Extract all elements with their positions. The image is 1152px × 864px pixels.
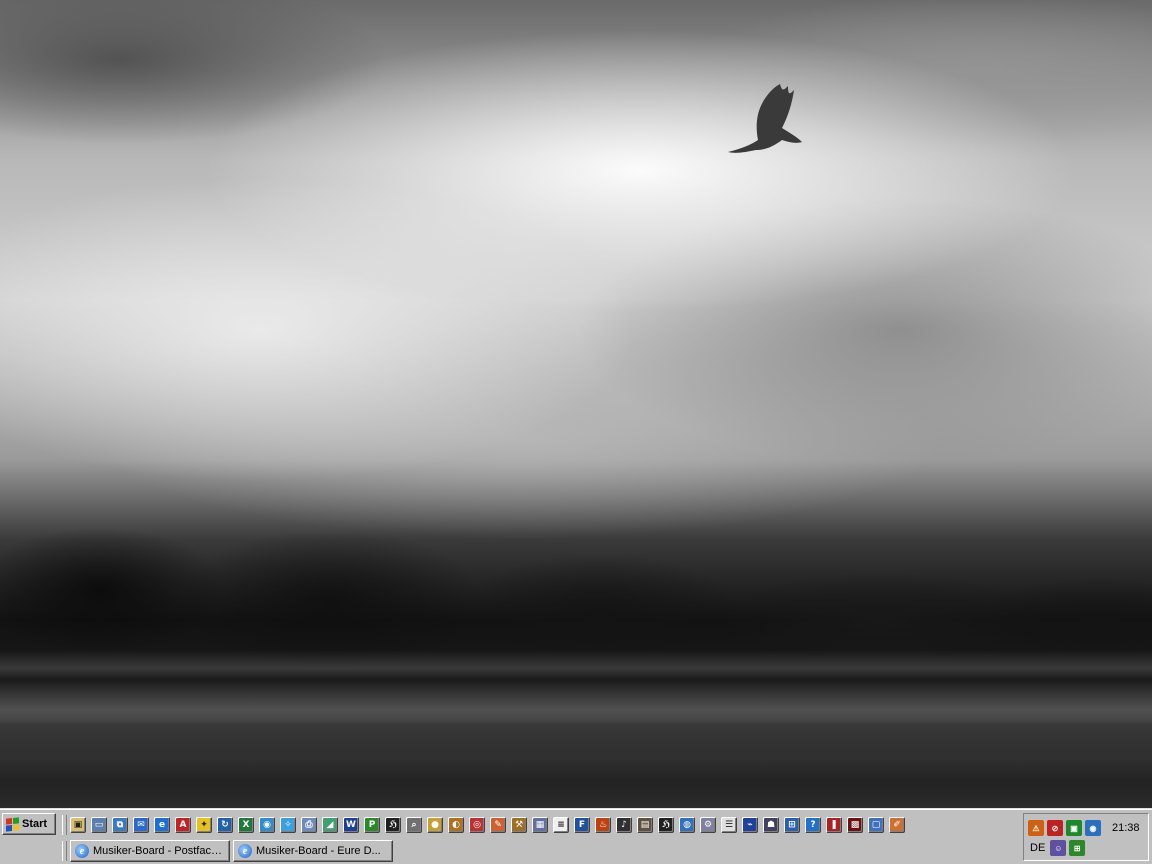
usb-device-icon[interactable]: ⌁ bbox=[742, 817, 758, 833]
task-button-label: Musiker-Board - Postfach... bbox=[93, 845, 225, 857]
fire-app-icon[interactable]: ♨ bbox=[595, 817, 611, 833]
grid-status-icon[interactable]: ⊞ bbox=[1069, 840, 1086, 856]
tray-icons-top: ⚠ ⊘ ▣ ◉ bbox=[1028, 820, 1101, 836]
messenger-icon[interactable]: ◍ bbox=[679, 817, 695, 833]
scanner-icon[interactable]: ◢ bbox=[322, 817, 338, 833]
excel-icon[interactable]: X bbox=[238, 817, 254, 833]
music-editor-icon[interactable]: ℌ bbox=[658, 817, 674, 833]
paint-brush-icon[interactable]: ✐ bbox=[889, 817, 905, 833]
task-button-eure[interactable]: e Musiker-Board - Eure D... bbox=[233, 840, 393, 862]
aim-icon[interactable]: ✦ bbox=[196, 817, 212, 833]
task-area-grip[interactable] bbox=[62, 841, 67, 861]
word-icon[interactable]: W bbox=[343, 817, 359, 833]
safari-compass-icon[interactable]: ✧ bbox=[280, 817, 296, 833]
acrobat-reader-icon[interactable]: A bbox=[175, 817, 191, 833]
internet-explorer-icon[interactable]: e bbox=[154, 817, 170, 833]
network-icon[interactable]: ⧉ bbox=[112, 817, 128, 833]
sequencer-icon[interactable]: ▤ bbox=[637, 817, 653, 833]
notepad-icon[interactable]: ≡ bbox=[553, 817, 569, 833]
help-app-icon[interactable]: ? bbox=[805, 817, 821, 833]
my-computer-icon[interactable]: ▭ bbox=[91, 817, 107, 833]
show-desktop-icon[interactable]: ▣ bbox=[70, 817, 86, 833]
network-monitor-icon[interactable]: ▣ bbox=[1066, 820, 1082, 836]
printer-icon[interactable]: ⎙ bbox=[301, 817, 317, 833]
window-app-icon[interactable]: ▢ bbox=[868, 817, 884, 833]
language-indicator[interactable]: DE bbox=[1028, 840, 1047, 856]
outlook-express-icon[interactable]: ✉ bbox=[133, 817, 149, 833]
internet-explorer-icon: e bbox=[75, 844, 89, 858]
red-app-icon[interactable]: ❚ bbox=[826, 817, 842, 833]
game-icon[interactable]: ☗ bbox=[763, 817, 779, 833]
taskbar: Start ▣ ▭ ⧉ ✉ e A ✦ ↻ X ◉ ✧ ⎙ ◢ W P ℌ ⌕ ● ◐ ◎ ✎ ⚒ ▦ ≡ F ♨ ♪ ▤ ℌ ◍ ⚙ ☰ ⌁ ☗… bbox=[0, 808, 1152, 864]
clock[interactable]: 21:38 bbox=[1112, 822, 1140, 834]
office-app-icon[interactable]: ⊞ bbox=[784, 817, 800, 833]
notes-icon[interactable]: ☰ bbox=[721, 817, 737, 833]
desktop-wallpaper[interactable] bbox=[0, 0, 1152, 808]
dark-red-app-icon[interactable]: ▩ bbox=[847, 817, 863, 833]
tray-icons-bottom-row: DE ☺ ⊞ bbox=[1028, 840, 1086, 856]
winamp-icon[interactable]: ◐ bbox=[448, 817, 464, 833]
settings-app-icon[interactable]: ⚙ bbox=[700, 817, 716, 833]
antivirus-icon[interactable]: ⚠ bbox=[1028, 820, 1044, 836]
quick-launch-grip[interactable] bbox=[62, 815, 67, 835]
image-viewer-icon[interactable]: ▦ bbox=[532, 817, 548, 833]
system-tray: ⚠ ⊘ ▣ ◉ DE ☺ ⊞ 21:38 bbox=[1023, 813, 1149, 861]
start-button[interactable]: Start bbox=[2, 813, 56, 835]
user-status-icon[interactable]: ☺ bbox=[1050, 840, 1067, 856]
search-magnifier-icon[interactable]: ⌕ bbox=[406, 817, 422, 833]
paint-icon[interactable]: ✎ bbox=[490, 817, 506, 833]
music-app-icon[interactable]: ℌ bbox=[385, 817, 401, 833]
task-button-postfach[interactable]: e Musiker-Board - Postfach... bbox=[70, 840, 230, 862]
internet-explorer-icon: e bbox=[238, 844, 252, 858]
globe-status-icon[interactable]: ◉ bbox=[1085, 820, 1101, 836]
start-label: Start bbox=[22, 818, 48, 830]
windows-update-icon[interactable]: ↻ bbox=[217, 817, 233, 833]
flying-bird-image bbox=[728, 84, 802, 153]
tools-icon[interactable]: ⚒ bbox=[511, 817, 527, 833]
tray-icons-bottom: ☺ ⊞ bbox=[1050, 840, 1086, 856]
media-player-icon[interactable]: ● bbox=[427, 817, 443, 833]
no-entry-icon[interactable]: ⊘ bbox=[1047, 820, 1063, 836]
task-button-area: e Musiker-Board - Postfach... e Musiker-… bbox=[70, 840, 393, 862]
wallpaper-water bbox=[0, 650, 1152, 808]
windows-logo-icon bbox=[6, 816, 19, 832]
task-button-label: Musiker-Board - Eure D... bbox=[256, 845, 381, 857]
quick-launch-bar: ▣ ▭ ⧉ ✉ e A ✦ ↻ X ◉ ✧ ⎙ ◢ W P ℌ ⌕ ● ◐ ◎ ✎ ⚒ ▦ ≡ F ♨ ♪ ▤ ℌ ◍ ⚙ ☰ ⌁ ☗ ⊞? ❚ ▩ ▢ ✐ bbox=[70, 815, 905, 835]
pro-tools-icon[interactable]: P bbox=[364, 817, 380, 833]
cd-burner-icon[interactable]: ◎ bbox=[469, 817, 485, 833]
browser-globe-icon[interactable]: ◉ bbox=[259, 817, 275, 833]
guitar-app-icon[interactable]: ♪ bbox=[616, 817, 632, 833]
fp-app-icon[interactable]: F bbox=[574, 817, 590, 833]
